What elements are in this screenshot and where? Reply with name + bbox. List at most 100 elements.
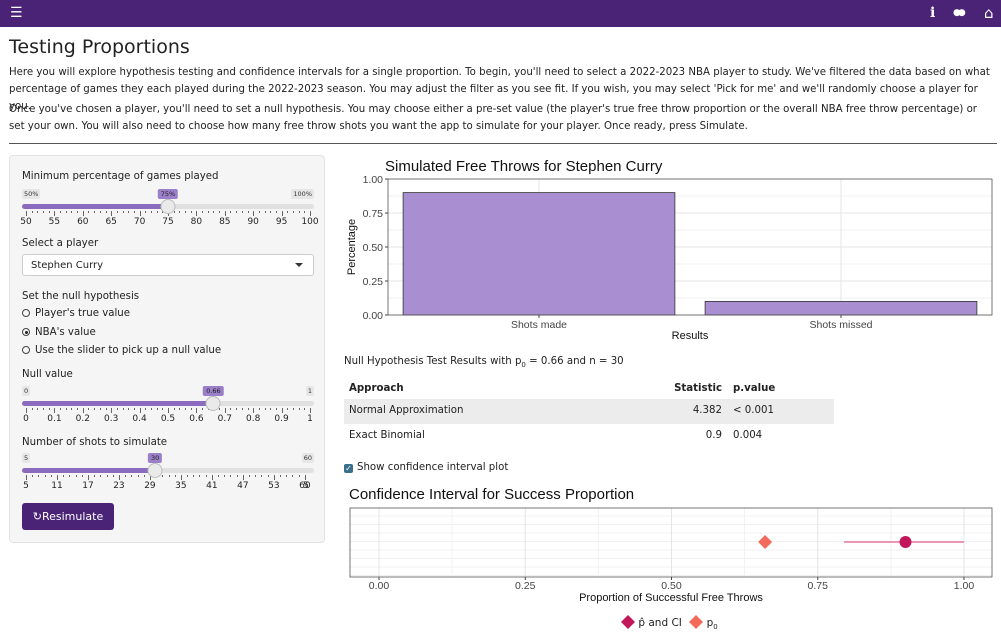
results-heading-post: = 0.66 and n = 30 xyxy=(525,356,624,367)
slider-major-tick xyxy=(54,408,56,413)
slider-minor-tick xyxy=(65,408,67,410)
slider-minor-tick xyxy=(258,211,260,213)
slider-max-label: 1 xyxy=(305,386,314,396)
legend-phat-post: and CI xyxy=(645,617,682,629)
slider-tick-label: 5 xyxy=(23,481,29,491)
ci-legend: p̂ and CI p0 xyxy=(621,615,718,635)
slider-major-tick xyxy=(168,408,169,413)
info-icon[interactable]: i xyxy=(930,4,935,22)
slider-minor-tick xyxy=(261,475,263,477)
slider-tick-label: 65 xyxy=(105,217,117,227)
slider-minor-tick xyxy=(287,211,289,213)
slider-minor-tick xyxy=(267,475,269,477)
games-played-slider[interactable]: 50% 100% 75% 50 55 60 65 70 75 80 85 90 95 100 xyxy=(20,189,319,229)
comments-icon[interactable]: ●● xyxy=(953,4,966,22)
divider xyxy=(9,143,997,144)
slider-minor-tick xyxy=(94,408,96,410)
radio-circle-icon xyxy=(22,346,30,354)
slider-knob[interactable] xyxy=(160,199,176,214)
y-tick-label: 0.50 xyxy=(363,242,384,254)
slider-minor-tick xyxy=(145,408,147,410)
shots-slider[interactable]: 5 60 30 5 11 17 23 29 35 41 47 53 60 5 xyxy=(22,453,314,493)
slider-major-tick xyxy=(281,408,283,413)
slider-minor-tick xyxy=(298,408,300,410)
y-tick-label: 0.25 xyxy=(363,276,384,288)
player-select[interactable]: Stephen Curry xyxy=(22,254,314,276)
slider-minor-tick xyxy=(241,211,243,213)
player-select-value: Stephen Curry xyxy=(31,260,104,271)
slider-knob[interactable] xyxy=(147,463,163,478)
radio-circle-icon xyxy=(22,309,30,317)
slider-minor-tick xyxy=(99,211,101,213)
phat-diamond-icon xyxy=(621,615,635,629)
slider-minor-tick xyxy=(199,475,201,477)
games-played-label: Minimum percentage of games played xyxy=(22,171,219,182)
slider-major-tick xyxy=(211,475,213,480)
slider-minor-tick xyxy=(100,475,102,477)
slider-knob[interactable] xyxy=(205,396,221,411)
cell-statistic: 4.382 xyxy=(692,405,722,416)
slider-major-tick xyxy=(82,408,84,413)
slider-minor-tick xyxy=(94,211,96,213)
radio-players-true-value[interactable]: Player's true value xyxy=(22,308,130,319)
slider-minor-tick xyxy=(287,408,289,410)
slider-fill xyxy=(22,401,214,406)
radio-use-slider[interactable]: Use the slider to pick up a null value xyxy=(22,345,221,356)
slider-minor-tick xyxy=(185,408,187,410)
slider-minor-tick xyxy=(230,475,232,477)
slider-major-tick xyxy=(242,475,244,480)
slider-minor-tick xyxy=(207,211,209,213)
slider-tick-label: 47 xyxy=(237,481,249,491)
cell-statistic: 0.9 xyxy=(705,430,722,441)
slider-major-tick xyxy=(180,475,182,480)
slider-major-tick xyxy=(253,211,255,216)
slider-tick-label: 0.3 xyxy=(104,414,119,424)
slider-minor-tick xyxy=(81,475,83,477)
home-icon[interactable]: ⌂ xyxy=(984,4,994,22)
slider-minor-tick xyxy=(162,408,164,410)
slider-minor-tick xyxy=(202,211,204,213)
slider-minor-tick xyxy=(48,408,50,410)
slider-ticks xyxy=(22,408,314,413)
slider-min-label: 50% xyxy=(22,189,41,199)
resimulate-button[interactable]: ↻Resimulate xyxy=(22,503,114,530)
slider-minor-tick xyxy=(94,475,96,477)
slider-major-tick xyxy=(224,408,226,413)
p0-point xyxy=(758,535,773,549)
x-tick-label: 0.75 xyxy=(808,580,829,592)
y-tick-label: 0.00 xyxy=(363,310,384,322)
slider-minor-tick xyxy=(218,475,220,477)
slider-minor-tick xyxy=(156,211,158,213)
slider-minor-tick xyxy=(179,211,181,213)
cell-approach: Exact Binomial xyxy=(349,430,425,441)
table-row: Exact Binomial 0.9 0.004 xyxy=(344,424,834,449)
slider-major-tick xyxy=(87,475,89,480)
slider-minor-tick xyxy=(205,475,207,477)
slider-minor-tick xyxy=(292,475,294,477)
slider-minor-tick xyxy=(230,408,232,410)
hamburger-icon[interactable]: ☰ xyxy=(10,4,23,22)
table-row: Normal Approximation 4.382 < 0.001 xyxy=(344,399,834,424)
slider-tick-label: 0.7 xyxy=(217,414,232,424)
slider-minor-tick xyxy=(112,475,114,477)
slider-tick-label: 60 xyxy=(77,217,89,227)
slider-minor-tick xyxy=(286,475,288,477)
slider-tick-label: 50 xyxy=(20,217,32,227)
slider-major-tick xyxy=(310,211,311,216)
slider-minor-tick xyxy=(143,475,145,477)
slider-minor-tick xyxy=(77,211,79,213)
x-tick-label: 0.25 xyxy=(515,580,536,592)
radio-nbas-value[interactable]: NBA's value xyxy=(22,327,96,338)
show-ci-checkbox[interactable]: ✓ Show confidence interval plot xyxy=(344,462,508,473)
slider-minor-tick xyxy=(137,475,139,477)
slider-minor-tick xyxy=(106,475,108,477)
chart-title: Confidence Interval for Success Proporti… xyxy=(349,486,634,503)
slider-minor-tick xyxy=(31,211,33,213)
slider-minor-tick xyxy=(116,408,118,410)
slider-major-tick xyxy=(26,408,27,413)
null-value-slider[interactable]: 0 1 0.66 0 0.1 0.2 0.3 0.4 0.5 0.6 0.7 0.8 0.9 1 xyxy=(22,386,314,426)
slider-minor-tick xyxy=(88,408,90,410)
slider-tick-label: 0.2 xyxy=(75,414,90,424)
slider-tick-label: 11 xyxy=(51,481,63,491)
x-tick-label: 0.50 xyxy=(661,580,682,592)
